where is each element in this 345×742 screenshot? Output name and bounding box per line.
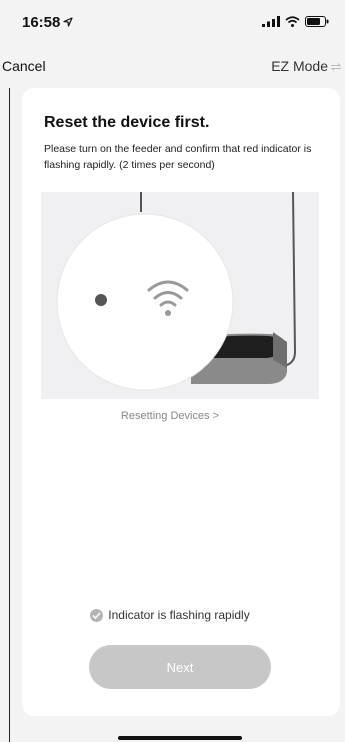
device-illustration	[41, 192, 319, 399]
ez-mode-label: EZ Mode	[271, 58, 328, 74]
next-button[interactable]: Next	[89, 645, 271, 689]
nav-bar: Cancel EZ Mode	[0, 52, 345, 80]
home-indicator	[118, 736, 242, 740]
location-arrow-icon	[63, 14, 73, 31]
battery-icon	[305, 14, 329, 31]
checkmark-icon[interactable]	[90, 608, 104, 622]
status-time: 16:58	[22, 14, 73, 31]
status-icons	[262, 14, 329, 31]
feeder-illustration-svg	[56, 192, 297, 391]
reset-card: Reset the device first. Please turn on t…	[22, 88, 340, 716]
indicator-dot	[95, 294, 107, 306]
confirm-indicator-checkbox[interactable]: Indicator is flashing rapidly	[22, 608, 318, 622]
page-title: Reset the device first.	[44, 114, 210, 131]
resetting-devices-link[interactable]: Resetting Devices >	[22, 410, 318, 422]
instruction-text: Please turn on the feeder and confirm th…	[44, 143, 312, 171]
clock-text: 16:58	[22, 13, 61, 31]
cancel-button[interactable]: Cancel	[2, 58, 46, 74]
switch-arrows-icon	[330, 58, 342, 74]
status-bar: 16:58	[0, 0, 345, 44]
wifi-icon	[285, 14, 300, 31]
ez-mode-button[interactable]: EZ Mode	[271, 58, 342, 74]
screen-edge-line	[9, 88, 10, 742]
cellular-signal-icon	[262, 14, 280, 31]
confirm-indicator-label: Indicator is flashing rapidly	[108, 608, 250, 622]
